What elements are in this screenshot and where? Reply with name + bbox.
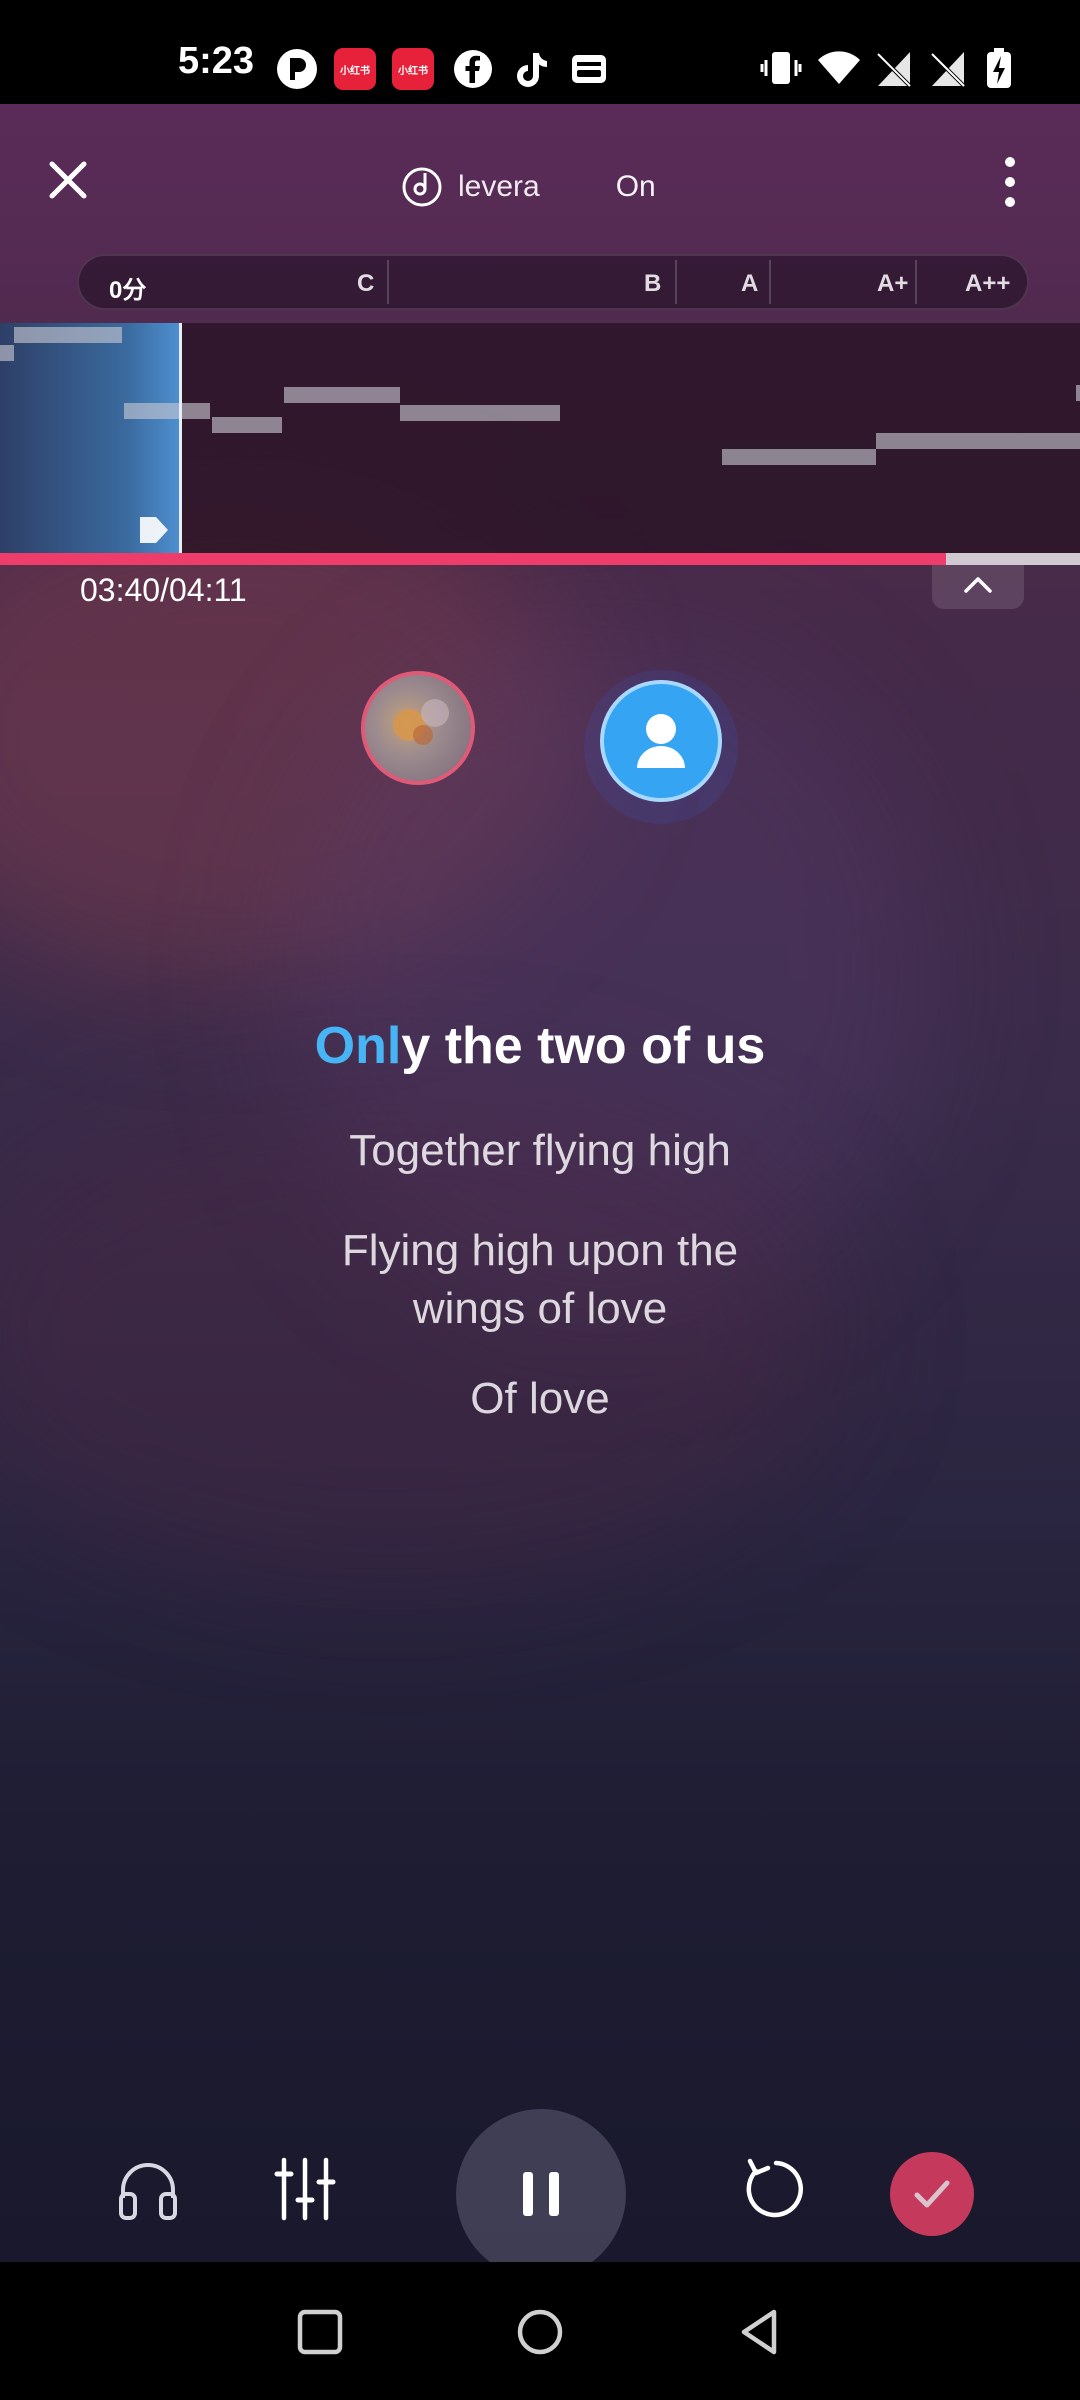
collapse-button[interactable]: [932, 565, 1024, 609]
track-title[interactable]: levera On: [400, 162, 656, 212]
headphones-icon: [119, 2163, 177, 2220]
grade-a: A: [741, 270, 759, 297]
battery-charging-icon: [984, 46, 1014, 90]
pitch-note: [400, 405, 560, 421]
pitch-note: [212, 417, 282, 433]
xiaohongshu-label: 小红书: [340, 65, 370, 77]
lyric-unsung-part: y the two of us: [401, 1017, 766, 1075]
pause-button[interactable]: [456, 2109, 626, 2262]
grade-a-plus-plus: A++: [965, 270, 1011, 297]
home-icon: [517, 2309, 563, 2355]
status-bar: 5:23 小红书 小红书: [0, 0, 1080, 104]
user-avatar[interactable]: [600, 680, 722, 802]
lyric-next-line: wings of love: [412, 1284, 668, 1333]
wallet-icon: [568, 48, 610, 90]
check-icon: [914, 2180, 950, 2208]
facebook-icon: [452, 48, 494, 90]
pitch-note: [284, 387, 400, 403]
pitch-panel: [0, 323, 1080, 553]
controls-bar: [0, 2004, 1080, 2262]
home-button[interactable]: [510, 2302, 570, 2362]
lyric-sung-part: Onl: [314, 1017, 402, 1075]
voice-pointer-icon: [140, 517, 168, 543]
grade-a-plus: A+: [877, 270, 909, 297]
lyric-next-line: Flying high upon the: [341, 1226, 739, 1275]
screen: 5:23 小红书 小红书 levera On 0分 C B A A+ A++ 0…: [0, 0, 1080, 2400]
xiaohongshu-icon: 小红书: [392, 48, 434, 90]
pitch-note: [722, 449, 876, 465]
playhead: [179, 323, 182, 553]
progress-fill: [0, 553, 947, 565]
p-app-icon: [276, 48, 318, 90]
vibrate-icon: [760, 46, 802, 90]
navigation-bar: [0, 2262, 1080, 2400]
lyric-current-line: Only the two of us: [0, 1016, 1080, 1076]
close-button[interactable]: [42, 154, 94, 206]
wifi-icon: [816, 46, 862, 90]
pitch-note: [14, 327, 122, 343]
mixer-icon: [274, 2157, 336, 2221]
restart-icon: [746, 2158, 803, 2218]
singer-photo: [393, 699, 449, 745]
track-title-part-1: levera: [458, 170, 540, 203]
more-options-button[interactable]: [990, 152, 1030, 212]
pause-icon: [523, 2172, 559, 2216]
restart-button[interactable]: [734, 2149, 814, 2229]
grade-b: B: [644, 270, 662, 297]
time-readout: 03:40/04:11: [80, 572, 247, 608]
grade-divider: [769, 260, 771, 304]
progress-bar[interactable]: [0, 553, 1080, 565]
person-icon: [637, 714, 685, 768]
karaoke-screen: levera On 0分 C B A A+ A++ 03:40/04:11 On…: [0, 104, 1080, 2262]
headphones-button[interactable]: [108, 2149, 188, 2229]
signal-off-icon: [928, 46, 968, 90]
back-button[interactable]: [730, 2302, 790, 2362]
more-vert-icon: [1005, 157, 1015, 207]
score-value: 0分: [109, 277, 147, 304]
grade-divider: [387, 260, 389, 304]
sound-mixer-button[interactable]: [265, 2149, 345, 2229]
grade-c: C: [357, 270, 375, 297]
signal-off-icon: [874, 46, 914, 90]
track-title-part-2: On: [615, 170, 656, 203]
recents-button[interactable]: [290, 2302, 350, 2362]
xiaohongshu-label: 小红书: [398, 65, 428, 77]
score-bar: 0分 C B A A+ A++: [77, 254, 1029, 310]
grade-divider: [915, 260, 917, 304]
finish-button[interactable]: [890, 2152, 974, 2236]
back-icon: [741, 2309, 777, 2355]
lyric-next-line: Together flying high: [349, 1126, 731, 1175]
music-disc-icon: [402, 167, 442, 207]
recents-icon: [297, 2309, 343, 2355]
pitch-note: [1076, 385, 1080, 401]
close-icon: [49, 161, 87, 199]
pitch-note: [124, 403, 210, 419]
status-time: 5:23: [178, 40, 255, 82]
xiaohongshu-icon: 小红书: [334, 48, 376, 90]
singer-avatar[interactable]: [361, 671, 475, 785]
chevron-up-icon: [964, 577, 992, 593]
pitch-note: [876, 433, 1080, 449]
grade-divider: [675, 260, 677, 304]
tiktok-icon: [510, 48, 552, 90]
lyric-next-line: Of love: [470, 1374, 610, 1423]
pitch-note: [0, 345, 14, 361]
